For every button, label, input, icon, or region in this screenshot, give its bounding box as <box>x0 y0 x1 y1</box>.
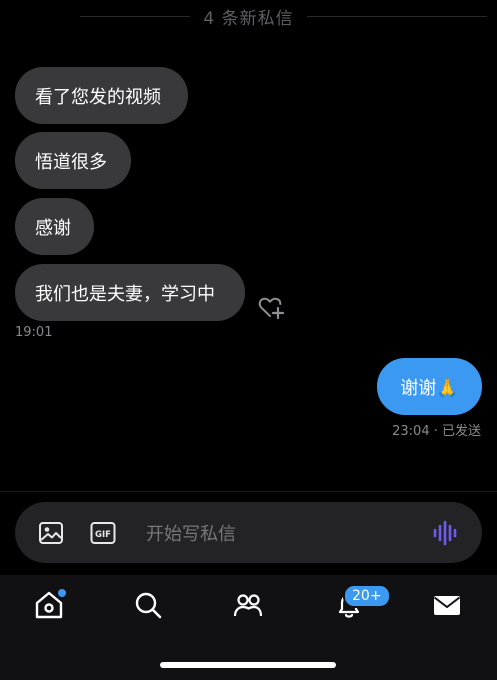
image-icon[interactable] <box>37 519 65 547</box>
divider-line-right <box>307 16 487 17</box>
new-messages-label: 4 条新私信 <box>203 8 294 29</box>
incoming-message[interactable]: 悟道很多 <box>15 132 131 189</box>
new-messages-divider: 4 条新私信 <box>0 4 497 29</box>
home-unread-dot <box>56 587 68 599</box>
outgoing-status: 23:04 · 已发送 <box>392 424 481 439</box>
incoming-message[interactable]: 感谢 <box>15 198 94 255</box>
composer-separator <box>0 491 497 492</box>
voice-wave-icon[interactable] <box>432 518 460 548</box>
search-icon[interactable] <box>132 589 164 621</box>
message-composer[interactable]: GIF 开始写私信 <box>15 502 482 563</box>
heart-plus-icon[interactable] <box>257 293 285 321</box>
outgoing-message[interactable]: 谢谢🙏 <box>377 358 482 415</box>
incoming-message[interactable]: 看了您发的视频 <box>15 67 188 124</box>
notifications-badge: 20+ <box>343 584 391 608</box>
gif-icon[interactable]: GIF <box>89 519 117 547</box>
message-input-placeholder[interactable]: 开始写私信 <box>146 520 236 546</box>
mail-icon[interactable] <box>431 589 463 621</box>
people-icon[interactable] <box>232 589 264 621</box>
divider-line-left <box>80 16 190 17</box>
home-indicator[interactable] <box>160 662 336 668</box>
incoming-timestamp: 19:01 <box>15 325 53 340</box>
gif-icon-label: GIF <box>95 530 111 540</box>
incoming-message[interactable]: 我们也是夫妻，学习中 <box>15 264 245 321</box>
